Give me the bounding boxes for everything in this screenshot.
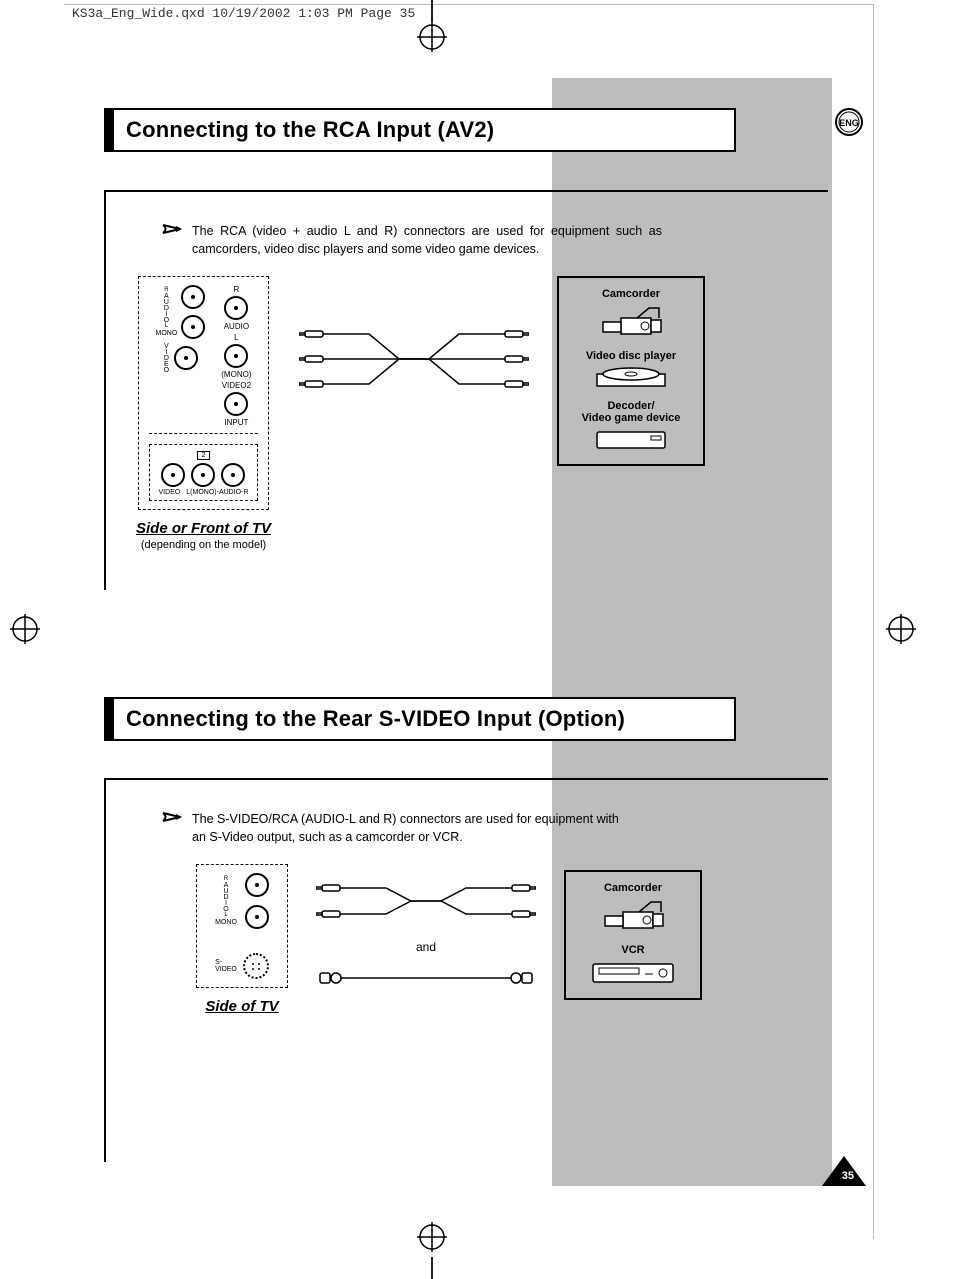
jack-label: MONO <box>155 330 177 337</box>
rca-jack-icon <box>224 296 248 320</box>
page-number: 35 <box>842 1170 854 1182</box>
rca-jack-icon <box>245 873 269 897</box>
jack-label: S-VIDEO <box>215 959 237 973</box>
page-edge <box>64 4 874 5</box>
device-label: Decoder/ Video game device <box>571 400 691 424</box>
panel-caption-main: Side or Front of TV <box>136 520 271 537</box>
rca-jack-icon <box>191 463 215 487</box>
jack-label: L <box>234 333 238 342</box>
pointer-arrow-icon <box>162 222 182 241</box>
language-badge: ENG <box>834 107 864 137</box>
crop-mark <box>431 0 433 22</box>
registration-mark-icon <box>417 1222 447 1257</box>
jack-label: MONO <box>215 919 237 926</box>
panel-caption-sub: (depending on the model) <box>136 539 271 551</box>
cable-diagram: and <box>316 876 536 988</box>
jack-label: VIDEO2 <box>222 381 251 390</box>
camcorder-icon <box>571 304 691 340</box>
content-box-svideo: The S-VIDEO/RCA (AUDIO-L and R) connecto… <box>104 778 828 1162</box>
svideo-cable-icon <box>316 968 536 988</box>
jack-label: AUDIO <box>223 882 230 912</box>
pointer-arrow-icon <box>162 810 182 829</box>
registration-mark-icon <box>10 614 40 649</box>
and-label: and <box>416 940 436 954</box>
crop-mark <box>431 1257 433 1279</box>
svideo-jack-icon <box>243 953 269 979</box>
vcr-icon <box>578 960 688 986</box>
print-slug: KS3a_Eng_Wide.qxd 10/19/2002 1:03 PM Pag… <box>72 6 415 21</box>
jack-label: 2 <box>197 451 211 460</box>
rca-jack-icon <box>181 315 205 339</box>
device-list-box: Camcorder VCR <box>564 870 702 1000</box>
device-label: Video disc player <box>571 350 691 362</box>
rca-jack-icon <box>174 346 198 370</box>
jack-label: L(MONO)-AUDIO-R <box>186 489 248 496</box>
section-title-bar: Connecting to the Rear S-VIDEO Input (Op… <box>104 697 736 741</box>
device-list-box: Camcorder Video disc player Decoder/ Vid… <box>557 276 705 466</box>
content-box-rca: The RCA (video + audio L and R) connecto… <box>104 190 828 590</box>
jack-label: (MONO) <box>221 370 251 379</box>
note-text: The RCA (video + audio L and R) connecto… <box>192 222 662 258</box>
registration-mark-icon <box>886 614 916 649</box>
jack-label: R <box>233 285 239 294</box>
panel-caption: Side of TV <box>205 998 278 1015</box>
device-label: Camcorder <box>571 288 691 300</box>
rca-jack-icon <box>161 463 185 487</box>
rca-jack-icon <box>224 344 248 368</box>
section-title: Connecting to the Rear S-VIDEO Input (Op… <box>126 706 625 732</box>
jack-label: VIDEO <box>163 343 170 373</box>
divider <box>149 433 257 434</box>
panel-caption: Side or Front of TV (depending on the mo… <box>136 520 271 551</box>
game-device-icon <box>571 428 691 452</box>
jack-label: VIDEO <box>158 489 180 496</box>
disc-player-icon <box>571 366 691 390</box>
jack-label: AUDIO <box>163 293 170 323</box>
jack-label: INPUT <box>224 418 248 427</box>
section-title-bar: Connecting to the RCA Input (AV2) <box>104 108 736 152</box>
jack-sub-panel: 2 VIDEO L(MONO)-AUDIO-R <box>149 444 257 501</box>
tv-jack-panel: R AUDIO L MONO VIDEO <box>138 276 268 510</box>
page-edge <box>873 4 874 1239</box>
jack-label: AUDIO <box>224 322 249 331</box>
device-label: VCR <box>578 944 688 956</box>
panel-caption-main: Side of TV <box>205 998 278 1015</box>
svg-text:ENG: ENG <box>839 118 859 128</box>
section-title: Connecting to the RCA Input (AV2) <box>126 117 494 143</box>
rca-jack-icon <box>224 392 248 416</box>
camcorder-icon <box>578 898 688 934</box>
rca-jack-icon <box>245 905 269 929</box>
device-label: Camcorder <box>578 882 688 894</box>
rca-jack-icon <box>221 463 245 487</box>
note-text: The S-VIDEO/RCA (AUDIO-L and R) connecto… <box>192 810 622 846</box>
registration-mark-icon <box>417 22 447 57</box>
cable-diagram <box>299 324 529 394</box>
rca-jack-icon <box>181 285 205 309</box>
tv-jack-panel: R AUDIO L MONO S-VIDEO <box>196 864 288 988</box>
